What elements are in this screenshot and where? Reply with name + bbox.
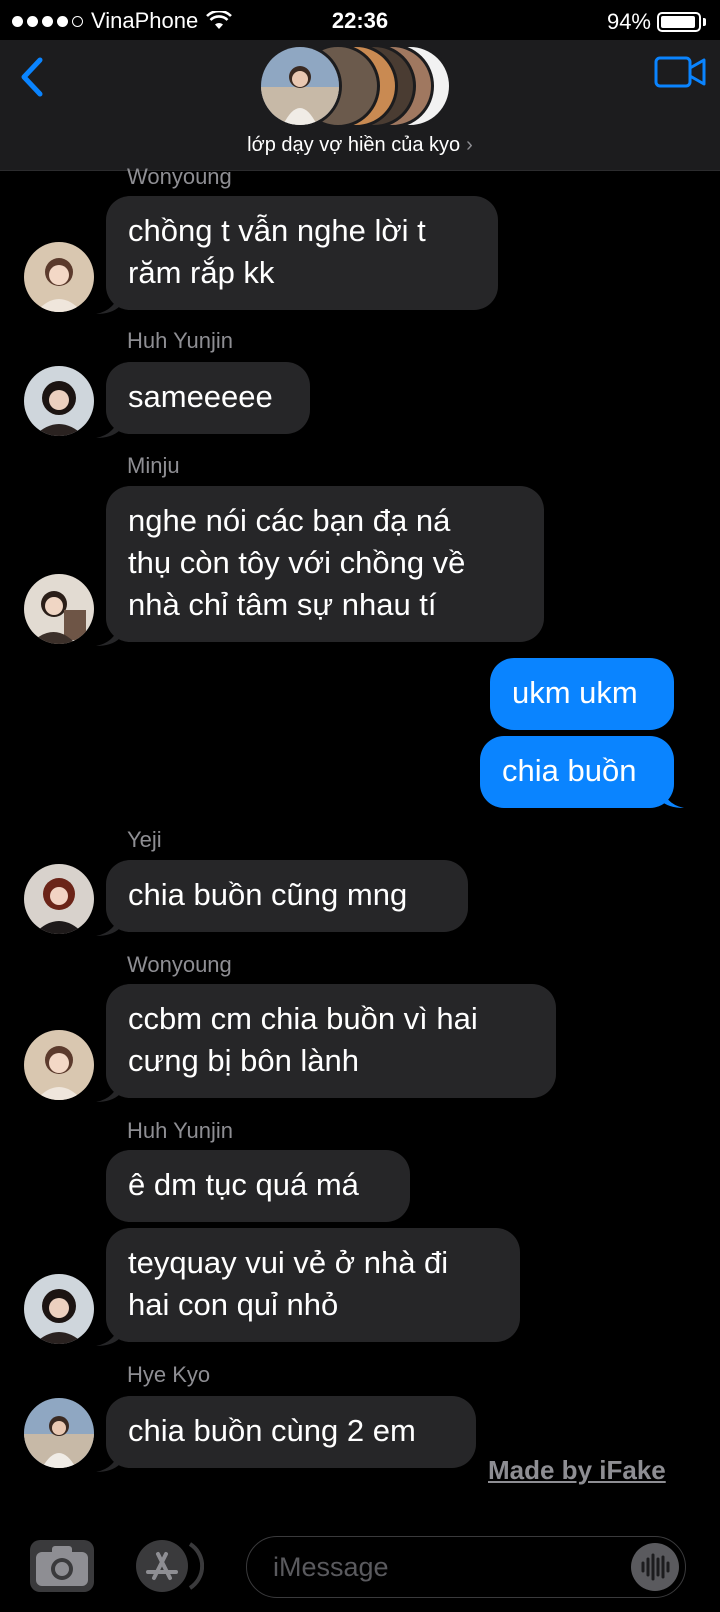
message-bubble[interactable]: chia buồn cũng mng bbox=[106, 860, 468, 932]
bubble-tail bbox=[96, 1448, 120, 1472]
message-line: răm rắp kk bbox=[128, 255, 275, 290]
outgoing-message-bubble[interactable]: ukm ukm bbox=[490, 658, 674, 730]
message-line: thụ còn tôy với chồng về bbox=[128, 545, 466, 580]
sender-name: Wonyoung bbox=[127, 952, 232, 977]
group-avatar-stack[interactable] bbox=[258, 44, 458, 128]
sender-name: Wonyoung bbox=[127, 164, 232, 189]
battery-icon bbox=[657, 12, 701, 32]
message-line: chồng t vẫn nghe lời t bbox=[128, 213, 426, 248]
sender-name: Huh Yunjin bbox=[127, 1118, 234, 1143]
message-line: sameeeee bbox=[128, 379, 273, 414]
message-bubble[interactable]: teyquay vui vẻ ở nhà đi hai con quỉ nhỏ bbox=[106, 1228, 520, 1342]
message-list[interactable]: Wonyoung chồng t vẫn nghe lời t răm rắp … bbox=[0, 164, 720, 1520]
message-line: ê dm tục quá má bbox=[128, 1167, 359, 1202]
avatar[interactable] bbox=[24, 366, 94, 436]
sender-name: Yeji bbox=[127, 827, 162, 852]
sender-name: Hye Kyo bbox=[127, 1362, 211, 1387]
message-line: teyquay vui vẻ ở nhà đi bbox=[128, 1245, 449, 1280]
message-bubble[interactable]: ê dm tục quá má bbox=[106, 1150, 410, 1222]
conversation-header: lớp dạy vợ hiền của kyo › bbox=[0, 40, 720, 171]
message-line: ukm ukm bbox=[512, 675, 638, 710]
camera-button[interactable] bbox=[30, 1540, 94, 1592]
camera-icon bbox=[36, 1546, 88, 1586]
audio-message-button[interactable] bbox=[631, 1543, 679, 1591]
message-bubble[interactable]: chồng t vẫn nghe lời t răm rắp kk bbox=[106, 196, 498, 310]
message-line: cưng bị bôn lành bbox=[128, 1043, 360, 1078]
video-camera-icon[interactable] bbox=[654, 52, 706, 92]
app-store-button[interactable] bbox=[134, 1538, 205, 1594]
bubble-tail bbox=[96, 622, 120, 646]
bubble-tail bbox=[96, 290, 120, 314]
avatar[interactable] bbox=[24, 574, 94, 644]
message-bubble[interactable]: ccbm cm chia buồn vì hai cưng bị bôn làn… bbox=[106, 984, 556, 1098]
message-bubble[interactable]: sameeeee bbox=[106, 362, 310, 434]
bubble-tail bbox=[96, 1078, 120, 1102]
sender-name: Minju bbox=[127, 453, 180, 478]
message-line: ccbm cm chia buồn vì hai bbox=[128, 1001, 478, 1036]
message-field[interactable] bbox=[246, 1536, 686, 1598]
message-bubble[interactable]: nghe nói các bạn đạ ná thụ còn tôy với c… bbox=[106, 486, 544, 642]
avatar[interactable] bbox=[24, 1030, 94, 1100]
sender-name: Huh Yunjin bbox=[127, 328, 234, 353]
bubble-tail bbox=[96, 912, 120, 936]
group-name-button[interactable]: lớp dạy vợ hiền của kyo › bbox=[0, 134, 720, 157]
avatar[interactable] bbox=[24, 864, 94, 934]
chevron-right-icon: › bbox=[466, 134, 473, 156]
battery-group: 94% bbox=[607, 9, 706, 35]
battery-tip bbox=[703, 18, 706, 26]
message-line: chia buồn cùng 2 em bbox=[128, 1413, 416, 1448]
bubble-tail bbox=[96, 1322, 120, 1346]
message-line: nghe nói các bạn đạ ná bbox=[128, 503, 451, 538]
outgoing-message-bubble[interactable]: chia buồn bbox=[480, 736, 674, 808]
message-bubble[interactable]: chia buồn cùng 2 em bbox=[106, 1396, 476, 1468]
status-bar: VinaPhone 22:36 94% bbox=[0, 0, 720, 40]
app-store-icon bbox=[136, 1540, 205, 1592]
message-line: chia buồn cũng mng bbox=[128, 877, 408, 912]
watermark: Made by iFake bbox=[488, 1455, 666, 1485]
message-line: nhà chỉ tâm sự nhau tí bbox=[128, 587, 437, 622]
bubble-tail bbox=[660, 782, 684, 808]
bubble-tail bbox=[96, 414, 120, 438]
composer-bar bbox=[0, 1520, 720, 1612]
avatar[interactable] bbox=[24, 1398, 94, 1468]
audio-waveform-icon bbox=[641, 1553, 670, 1581]
message-line: hai con quỉ nhỏ bbox=[128, 1287, 339, 1322]
battery-percent: 94% bbox=[606, 9, 651, 34]
avatar[interactable] bbox=[24, 242, 94, 312]
avatar[interactable] bbox=[24, 1274, 94, 1344]
group-name: lớp dạy vợ hiền của kyo bbox=[247, 134, 461, 156]
message-input[interactable] bbox=[271, 1537, 605, 1598]
group-avatar-main bbox=[258, 44, 342, 128]
back-chevron-icon[interactable] bbox=[14, 52, 54, 102]
message-line: chia buồn bbox=[502, 753, 637, 788]
